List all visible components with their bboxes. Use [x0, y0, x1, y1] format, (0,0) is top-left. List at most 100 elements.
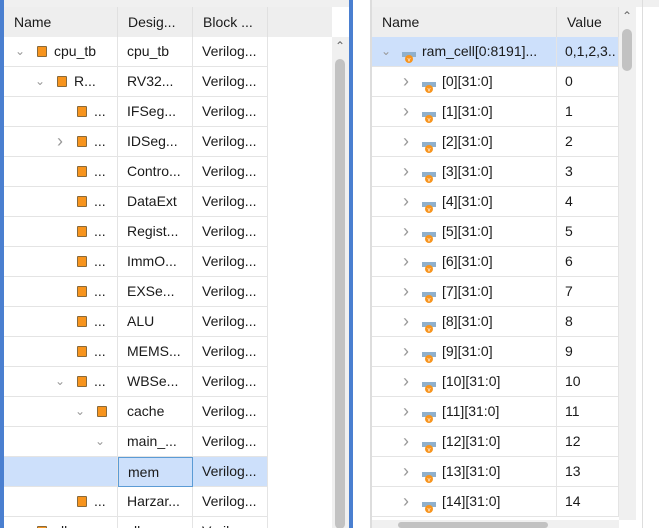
name-cell[interactable]: ... [4, 307, 118, 337]
tree-row[interactable]: ›... IDSeg... Verilog... [4, 127, 268, 157]
tree-row[interactable]: ... Contro... Verilog... [4, 157, 268, 187]
chevron-right-icon[interactable]: › [400, 97, 412, 126]
name-cell[interactable]: › v [5][31:0] [372, 217, 557, 247]
name-cell[interactable]: ⌄⋮ [4, 427, 118, 457]
column-header-design-unit[interactable]: Desig... [118, 7, 193, 37]
object-row[interactable]: › v [13][31:0] 13 [372, 457, 619, 487]
tree-row[interactable]: ... Harzar... Verilog... [4, 487, 268, 517]
chevron-right-icon[interactable]: › [400, 157, 412, 186]
chevron-right-icon[interactable]: › [54, 127, 66, 156]
chevron-right-icon[interactable]: › [400, 307, 412, 336]
chevron-right-icon[interactable]: › [400, 247, 412, 276]
name-cell[interactable]: ... [4, 277, 118, 307]
object-row[interactable]: › v [12][31:0] 12 [372, 427, 619, 457]
scrollbar-thumb[interactable] [335, 59, 345, 528]
tree-row[interactable]: ... ALU Verilog... [4, 307, 268, 337]
tree-row[interactable]: ... DataExt Verilog... [4, 187, 268, 217]
object-row[interactable]: ⌄ v ram_cell[0:8191]... 0,1,2,3.. [372, 37, 619, 67]
object-row[interactable]: › v [2][31:0] 2 [372, 127, 619, 157]
tree-row[interactable]: ... MEMS... Verilog... [4, 337, 268, 367]
tree-row[interactable]: ⌄... WBSe... Verilog... [4, 367, 268, 397]
column-header-name[interactable]: Name [372, 7, 557, 37]
horizontal-scrollbar[interactable] [372, 520, 619, 528]
column-header-block-type[interactable]: Block ... [193, 7, 268, 37]
object-row[interactable]: › v [6][31:0] 6 [372, 247, 619, 277]
name-cell[interactable]: clk... [4, 517, 118, 528]
chevron-down-icon[interactable]: ⌄ [54, 367, 66, 396]
tree-row[interactable]: ⌄ cpu_tb cpu_tb Verilog... [4, 37, 268, 67]
tree-row[interactable]: ... ImmO... Verilog... [4, 247, 268, 277]
tree-row[interactable]: ... EXSe... Verilog... [4, 277, 268, 307]
name-cell[interactable]: › v [13][31:0] [372, 457, 557, 487]
name-cell[interactable]: ... [4, 187, 118, 217]
chevron-right-icon[interactable]: › [400, 67, 412, 96]
name-cell[interactable]: ... [4, 247, 118, 277]
object-row[interactable]: › v [14][31:0] 14 [372, 487, 619, 517]
name-cell[interactable]: › v [7][31:0] [372, 277, 557, 307]
name-cell[interactable]: ... [4, 217, 118, 247]
column-header-value[interactable]: Value [557, 7, 619, 37]
chevron-right-icon[interactable]: › [400, 487, 412, 516]
name-cell[interactable]: › v [4][31:0] [372, 187, 557, 217]
name-cell[interactable]: ... [4, 337, 118, 367]
chevron-down-icon[interactable]: ⌄ [380, 37, 392, 66]
name-cell[interactable]: › v [3][31:0] [372, 157, 557, 187]
name-cell[interactable] [4, 457, 118, 487]
name-cell[interactable]: ... [4, 487, 118, 517]
name-cell[interactable]: › v [0][31:0] [372, 67, 557, 97]
object-row[interactable]: › v [3][31:0] 3 [372, 157, 619, 187]
tree-row[interactable]: ⌄ cache Verilog... [4, 397, 268, 427]
scrollbar-thumb[interactable] [622, 29, 632, 71]
chevron-down-icon[interactable]: ⌄ [34, 67, 46, 96]
name-cell[interactable]: ⌄... [4, 367, 118, 397]
chevron-right-icon[interactable]: › [400, 367, 412, 396]
scroll-up-arrow-icon[interactable]: ⌃ [335, 39, 345, 53]
name-cell[interactable]: › v [10][31:0] [372, 367, 557, 397]
object-row[interactable]: › v [4][31:0] 4 [372, 187, 619, 217]
name-cell[interactable]: › v [6][31:0] [372, 247, 557, 277]
object-row[interactable]: › v [0][31:0] 0 [372, 67, 619, 97]
chevron-down-icon[interactable]: ⌄ [94, 427, 106, 456]
name-cell[interactable]: ⌄ [4, 397, 118, 427]
chevron-right-icon[interactable]: › [400, 277, 412, 306]
chevron-right-icon[interactable]: › [400, 457, 412, 486]
name-cell[interactable]: ... [4, 97, 118, 127]
object-row[interactable]: › v [7][31:0] 7 [372, 277, 619, 307]
name-cell[interactable]: ⌄ R... [4, 67, 118, 97]
name-cell[interactable]: ›... [4, 127, 118, 157]
object-row[interactable]: › v [1][31:0] 1 [372, 97, 619, 127]
object-row[interactable]: › v [11][31:0] 11 [372, 397, 619, 427]
tree-row[interactable]: ... IFSeg... Verilog... [4, 97, 268, 127]
name-cell[interactable]: › v [9][31:0] [372, 337, 557, 367]
object-row[interactable]: › v [5][31:0] 5 [372, 217, 619, 247]
tree-row[interactable]: ... Regist... Verilog... [4, 217, 268, 247]
chevron-down-icon[interactable]: ⌄ [74, 397, 86, 426]
scrollbar-thumb[interactable] [398, 522, 548, 528]
name-cell[interactable]: › v [8][31:0] [372, 307, 557, 337]
name-cell[interactable]: › v [2][31:0] [372, 127, 557, 157]
chevron-right-icon[interactable]: › [400, 337, 412, 366]
chevron-right-icon[interactable]: › [400, 217, 412, 246]
name-cell[interactable]: ... [4, 157, 118, 187]
name-cell[interactable]: ⌄ v ram_cell[0:8191]... [372, 37, 557, 67]
tree-row[interactable]: ⌄ R... RV32... Verilog... [4, 67, 268, 97]
column-header-name[interactable]: Name [4, 7, 118, 37]
vertical-scrollbar[interactable]: ⌃ [332, 37, 349, 528]
chevron-right-icon[interactable]: › [400, 427, 412, 456]
name-cell[interactable]: › v [1][31:0] [372, 97, 557, 127]
chevron-right-icon[interactable]: › [400, 127, 412, 156]
vertical-scrollbar[interactable]: ⌃ [619, 7, 636, 520]
tree-row[interactable]: clk...clk...Verilo... [4, 517, 268, 528]
name-cell[interactable]: › v [14][31:0] [372, 487, 557, 517]
scroll-up-arrow-icon[interactable]: ⌃ [622, 9, 632, 23]
name-cell[interactable]: › v [12][31:0] [372, 427, 557, 457]
chevron-right-icon[interactable]: › [400, 187, 412, 216]
tree-row[interactable]: mem Verilog... [4, 457, 268, 487]
chevron-right-icon[interactable]: › [400, 397, 412, 426]
object-row[interactable]: › v [8][31:0] 8 [372, 307, 619, 337]
chevron-down-icon[interactable]: ⌄ [14, 37, 26, 66]
name-cell[interactable]: ⌄ cpu_tb [4, 37, 118, 67]
object-row[interactable]: › v [9][31:0] 9 [372, 337, 619, 367]
object-row[interactable]: › v [10][31:0] 10 [372, 367, 619, 397]
tree-row[interactable]: ⌄⋮main_...Verilog... [4, 427, 268, 457]
